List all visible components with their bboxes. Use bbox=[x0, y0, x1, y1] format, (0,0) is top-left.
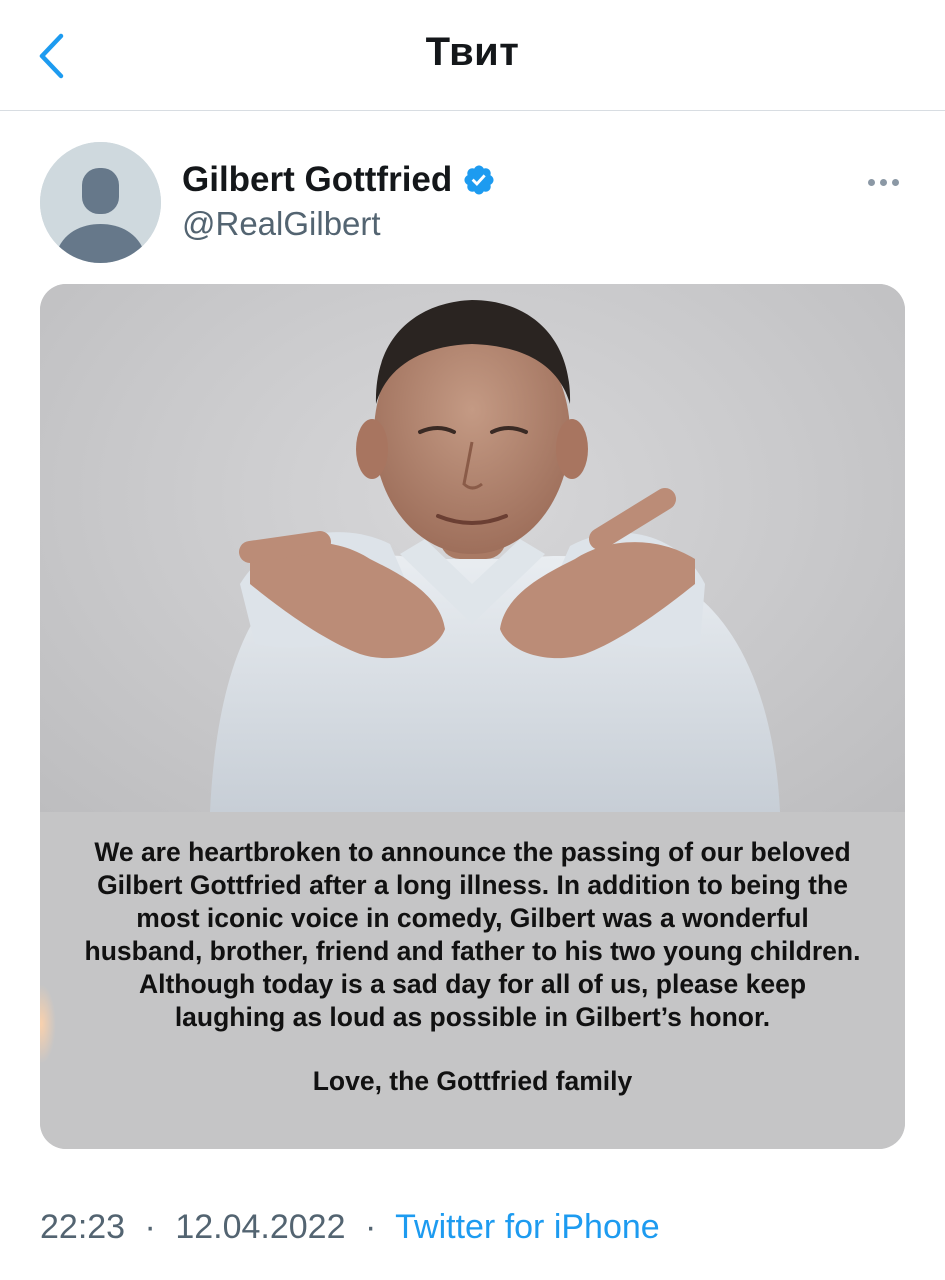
navigation-bar: Твит bbox=[0, 0, 945, 111]
tweet-time: 22:23 bbox=[40, 1208, 126, 1246]
meta-separator: · bbox=[364, 1208, 377, 1246]
author-name-row[interactable]: Gilbert Gottfried bbox=[182, 160, 496, 200]
statement-panel: We are heartbroken to announce the passi… bbox=[40, 812, 905, 1149]
tweet-media[interactable]: We are heartbroken to announce the passi… bbox=[40, 284, 905, 1149]
statement-text: We are heartbroken to announce the passi… bbox=[84, 837, 861, 1032]
tweet-metadata: 22:23 · 12.04.2022 · Twitter for iPhone bbox=[40, 1208, 660, 1247]
person-photo bbox=[40, 284, 905, 812]
author-name[interactable]: Gilbert Gottfried bbox=[182, 160, 452, 200]
verified-badge-icon bbox=[464, 165, 494, 195]
author-handle[interactable]: @RealGilbert bbox=[182, 205, 381, 243]
tweet-source-link[interactable]: Twitter for iPhone bbox=[395, 1208, 660, 1246]
more-options-button[interactable] bbox=[858, 168, 908, 196]
statement-signoff: Love, the Gottfried family bbox=[312, 1066, 633, 1096]
meta-separator: · bbox=[144, 1208, 156, 1246]
more-horizontal-icon-dot bbox=[891, 178, 899, 186]
page-title: Твит bbox=[425, 30, 520, 74]
photo-illustration bbox=[210, 300, 780, 812]
more-horizontal-icon bbox=[867, 178, 875, 186]
default-avatar-icon bbox=[40, 142, 161, 263]
tweet-date: 12.04.2022 bbox=[175, 1208, 346, 1246]
avatar[interactable] bbox=[40, 142, 161, 263]
more-horizontal-icon-dot bbox=[879, 178, 887, 186]
